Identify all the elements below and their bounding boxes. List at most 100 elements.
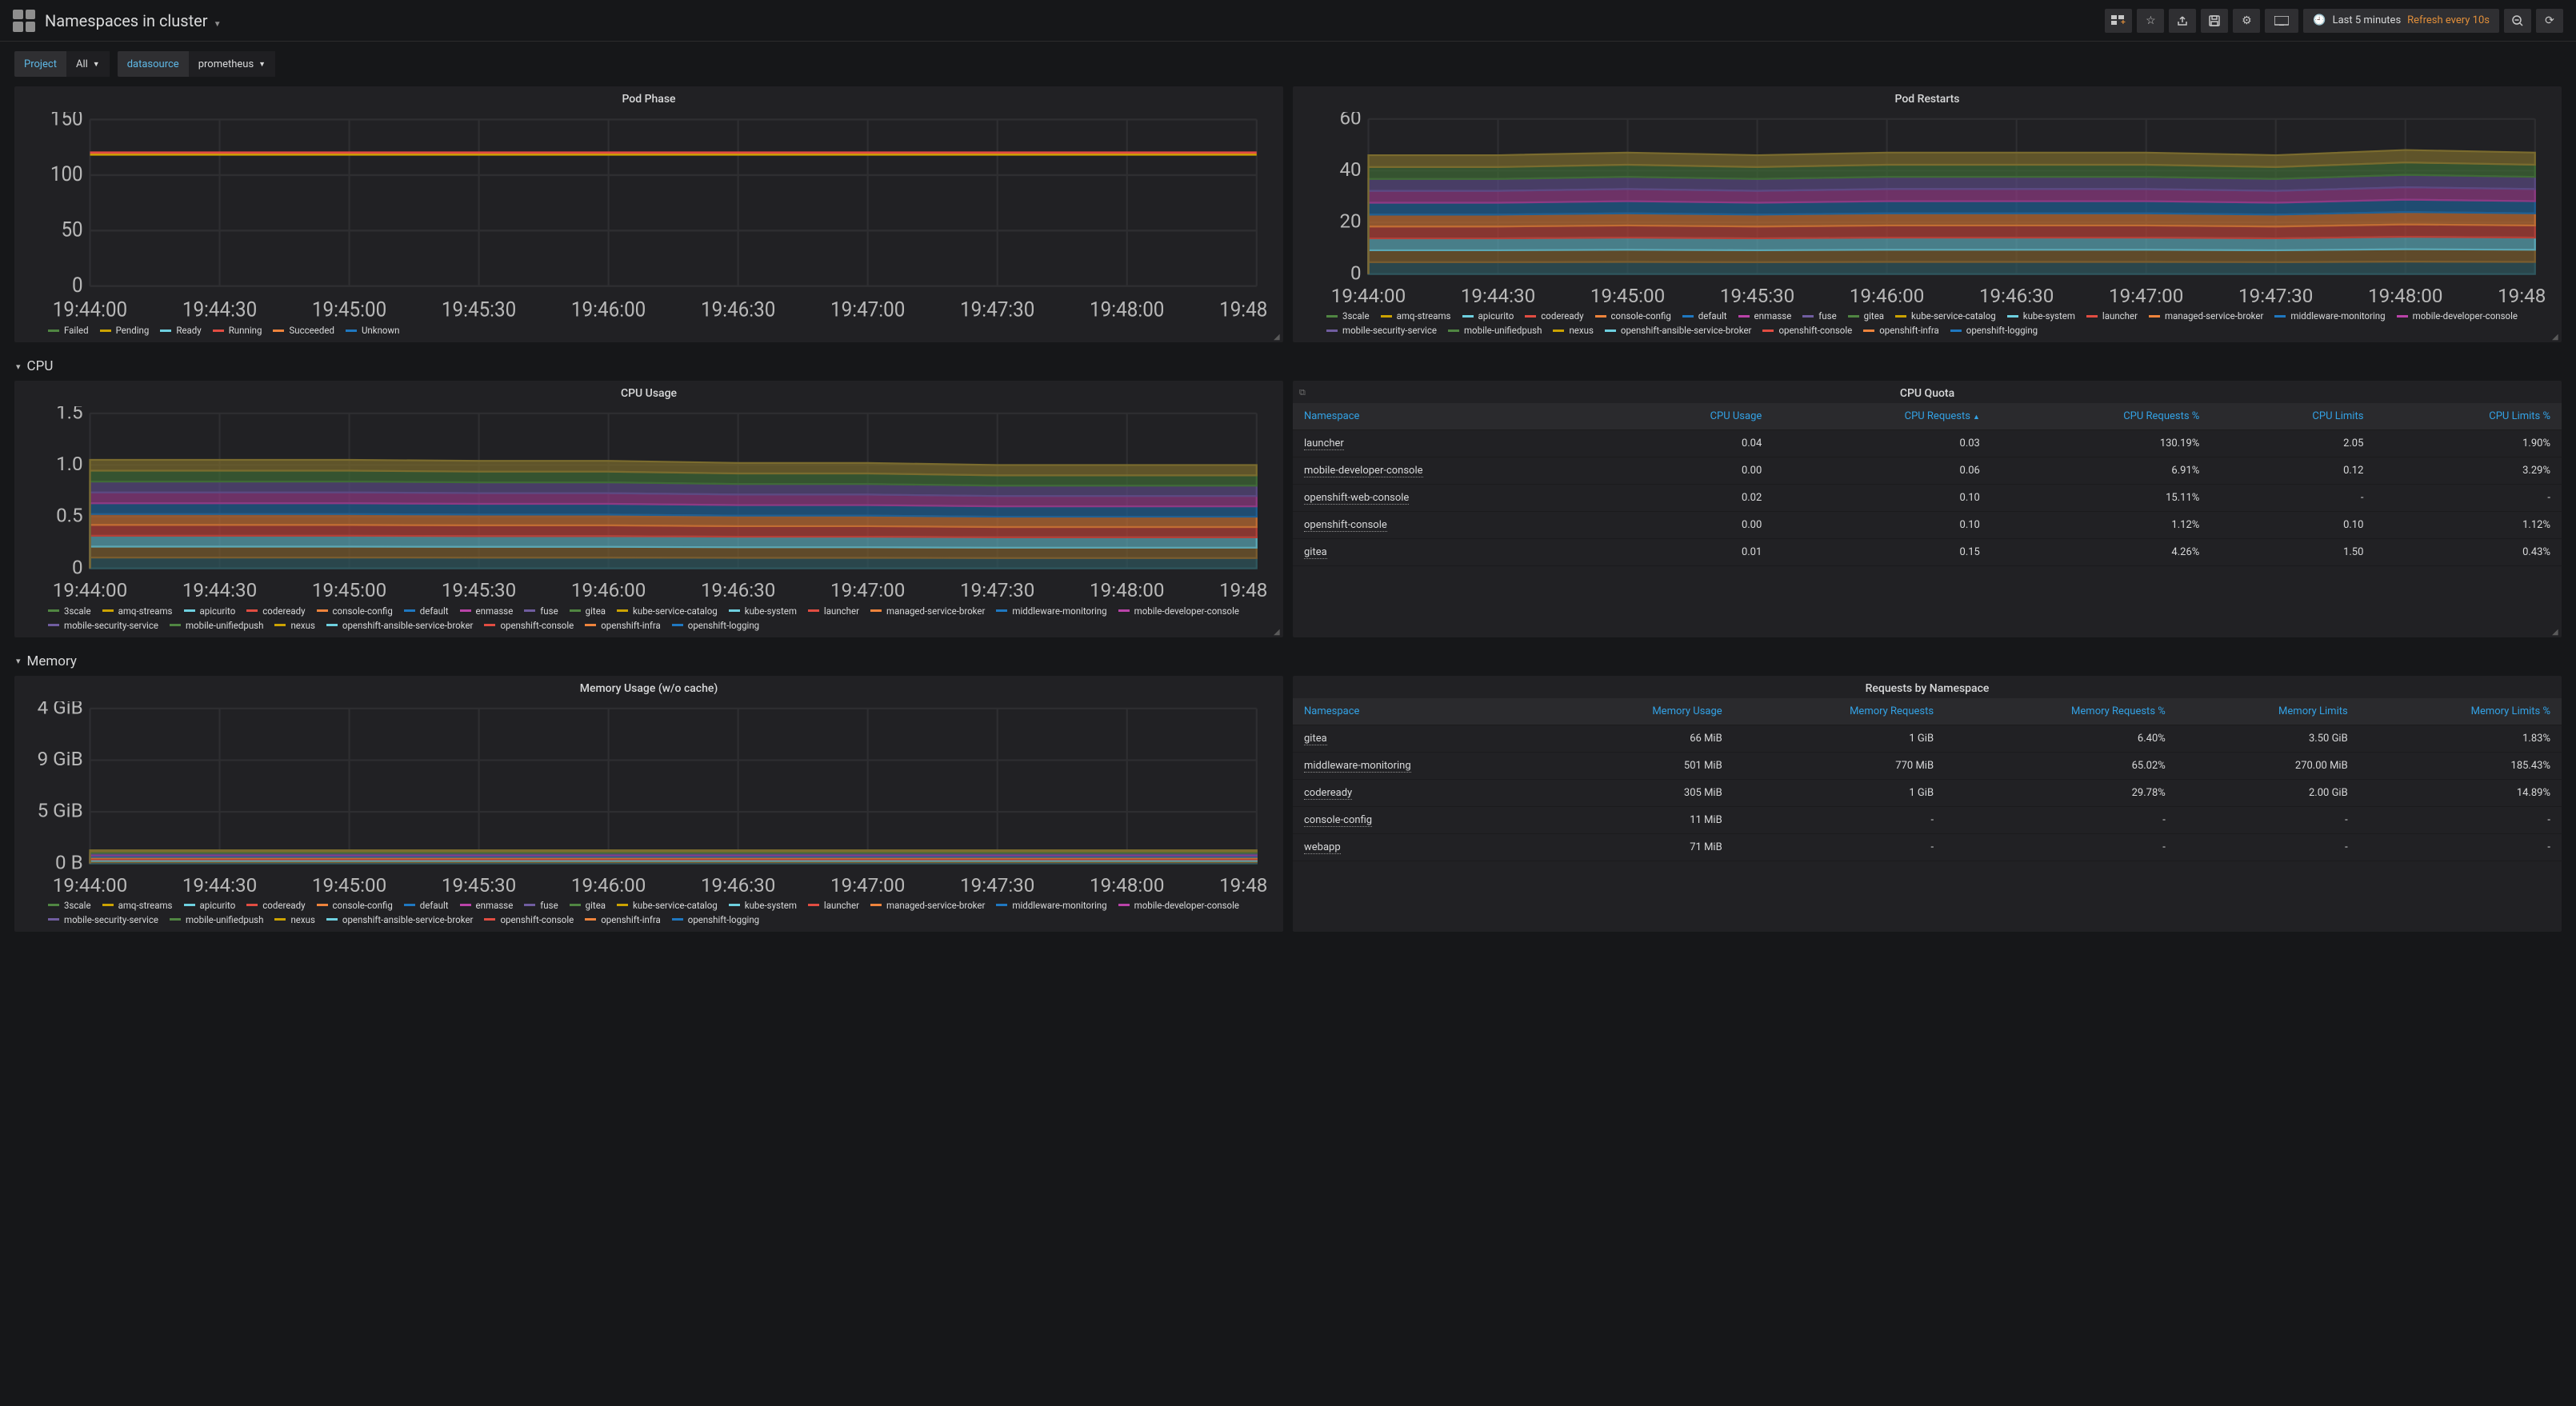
star-button[interactable]: ☆ — [2137, 9, 2164, 33]
table-header[interactable]: Memory Limits % — [2359, 698, 2562, 725]
legend-item[interactable]: mobile-developer-console — [1118, 900, 1239, 911]
legend-item[interactable]: 3scale — [1326, 310, 1370, 322]
legend-item[interactable]: fuse — [524, 605, 558, 617]
namespace-link[interactable]: openshift-console — [1304, 519, 1387, 532]
datasource-variable[interactable]: datasource prometheus▼ — [118, 51, 275, 77]
namespace-link[interactable]: mobile-developer-console — [1304, 465, 1423, 477]
legend-item[interactable]: enmasse — [460, 605, 514, 617]
legend-item[interactable]: mobile-security-service — [48, 914, 158, 925]
namespace-link[interactable]: gitea — [1304, 733, 1327, 745]
legend-item[interactable]: managed-service-broker — [870, 605, 985, 617]
legend-item[interactable]: mobile-unifiedpush — [1448, 325, 1542, 336]
legend-item[interactable]: mobile-developer-console — [2397, 310, 2518, 322]
table-header[interactable]: Memory Limits — [2177, 698, 2359, 725]
legend-item[interactable]: apicurito — [184, 900, 236, 911]
legend-item[interactable]: Running — [213, 325, 262, 336]
legend-item[interactable]: default — [1682, 310, 1727, 322]
legend-item[interactable]: openshift-infra — [1863, 325, 1939, 336]
cpu-row-header[interactable]: ▾ CPU — [14, 352, 2562, 381]
legend-item[interactable]: kube-service-catalog — [617, 900, 718, 911]
legend-item[interactable]: gitea — [570, 900, 606, 911]
legend-item[interactable]: fuse — [1802, 310, 1836, 322]
memory-row-header[interactable]: ▾ Memory — [14, 647, 2562, 676]
legend-item[interactable]: codeready — [246, 900, 305, 911]
dashboard-title-dropdown[interactable]: Namespaces in cluster ▼ — [45, 11, 222, 30]
legend-item[interactable]: managed-service-broker — [2149, 310, 2263, 322]
legend-item[interactable]: console-config — [317, 900, 393, 911]
legend-item[interactable]: Pending — [100, 325, 150, 336]
legend-item[interactable]: codeready — [1525, 310, 1583, 322]
legend-item[interactable]: mobile-developer-console — [1118, 605, 1239, 617]
legend-item[interactable]: console-config — [1595, 310, 1671, 322]
settings-button[interactable]: ⚙ — [2233, 9, 2260, 33]
legend-item[interactable]: openshift-ansible-service-broker — [326, 914, 474, 925]
table-header[interactable]: CPU Requests % — [1991, 403, 2210, 430]
legend-item[interactable]: launcher — [808, 900, 859, 911]
legend-item[interactable]: 3scale — [48, 605, 91, 617]
legend-item[interactable]: openshift-logging — [672, 914, 759, 925]
legend-item[interactable]: enmasse — [1738, 310, 1792, 322]
table-header[interactable]: Memory Requests — [1734, 698, 1945, 725]
share-button[interactable] — [2169, 9, 2196, 33]
namespace-link[interactable]: launcher — [1304, 437, 1344, 450]
legend-item[interactable]: kube-system — [729, 900, 797, 911]
legend-item[interactable]: Failed — [48, 325, 89, 336]
add-panel-button[interactable]: + — [2105, 9, 2132, 33]
legend-item[interactable]: Unknown — [346, 325, 400, 336]
namespace-link[interactable]: console-config — [1304, 814, 1372, 827]
legend-item[interactable]: mobile-unifiedpush — [170, 620, 263, 631]
legend-item[interactable]: openshift-ansible-service-broker — [1605, 325, 1752, 336]
legend-item[interactable]: kube-service-catalog — [617, 605, 718, 617]
pod-phase-chart[interactable]: 05010015019:44:0019:44:3019:45:0019:45:3… — [14, 109, 1283, 320]
legend-item[interactable]: console-config — [317, 605, 393, 617]
legend-item[interactable]: gitea — [570, 605, 606, 617]
time-range-picker[interactable]: 🕘 Last 5 minutes Refresh every 10s — [2303, 9, 2499, 33]
legend-item[interactable]: kube-system — [729, 605, 797, 617]
project-variable[interactable]: Project All▼ — [14, 51, 110, 77]
table-header[interactable]: CPU Limits % — [2374, 403, 2562, 430]
legend-item[interactable]: amq-streams — [1381, 310, 1451, 322]
legend-item[interactable]: mobile-security-service — [48, 620, 158, 631]
zoom-out-button[interactable] — [2504, 9, 2531, 33]
cpu-usage-chart[interactable]: 00.51.01.519:44:0019:44:3019:45:0019:45:… — [14, 403, 1283, 600]
namespace-link[interactable]: webapp — [1304, 841, 1341, 854]
cycle-view-button[interactable] — [2265, 9, 2298, 33]
legend-item[interactable]: openshift-ansible-service-broker — [326, 620, 474, 631]
legend-item[interactable]: nexus — [1553, 325, 1593, 336]
namespace-link[interactable]: codeready — [1304, 787, 1352, 800]
legend-item[interactable]: Ready — [160, 325, 201, 336]
table-header[interactable]: Namespace — [1293, 698, 1550, 725]
legend-item[interactable]: default — [404, 900, 449, 911]
legend-item[interactable]: middleware-monitoring — [2274, 310, 2385, 322]
legend-item[interactable]: default — [404, 605, 449, 617]
legend-item[interactable]: middleware-monitoring — [996, 900, 1106, 911]
legend-item[interactable]: openshift-console — [484, 620, 574, 631]
table-header[interactable]: Memory Requests % — [1945, 698, 2177, 725]
legend-item[interactable]: managed-service-broker — [870, 900, 985, 911]
pod-restarts-chart[interactable]: 020406019:44:0019:44:3019:45:0019:45:301… — [1293, 109, 2562, 306]
legend-item[interactable]: codeready — [246, 605, 305, 617]
legend-item[interactable]: apicurito — [1462, 310, 1514, 322]
legend-item[interactable]: launcher — [2086, 310, 2138, 322]
save-button[interactable] — [2201, 9, 2228, 33]
table-header[interactable]: Memory Usage — [1550, 698, 1733, 725]
legend-item[interactable]: apicurito — [184, 605, 236, 617]
legend-item[interactable]: mobile-security-service — [1326, 325, 1437, 336]
legend-item[interactable]: kube-system — [2007, 310, 2075, 322]
table-header[interactable]: CPU Limits — [2210, 403, 2374, 430]
legend-item[interactable]: launcher — [808, 605, 859, 617]
legend-item[interactable]: nexus — [274, 620, 314, 631]
legend-item[interactable]: gitea — [1848, 310, 1884, 322]
legend-item[interactable]: openshift-infra — [585, 620, 661, 631]
refresh-button[interactable]: ⟳ — [2536, 9, 2563, 33]
legend-item[interactable]: openshift-console — [1762, 325, 1852, 336]
namespace-link[interactable]: gitea — [1304, 546, 1327, 559]
popout-icon[interactable]: ⧉ — [1299, 387, 1306, 398]
legend-item[interactable]: fuse — [524, 900, 558, 911]
legend-item[interactable]: openshift-infra — [585, 914, 661, 925]
legend-item[interactable]: nexus — [274, 914, 314, 925]
legend-item[interactable]: openshift-logging — [1950, 325, 2038, 336]
legend-item[interactable]: enmasse — [460, 900, 514, 911]
legend-item[interactable]: openshift-console — [484, 914, 574, 925]
table-header[interactable]: Namespace — [1293, 403, 1608, 430]
